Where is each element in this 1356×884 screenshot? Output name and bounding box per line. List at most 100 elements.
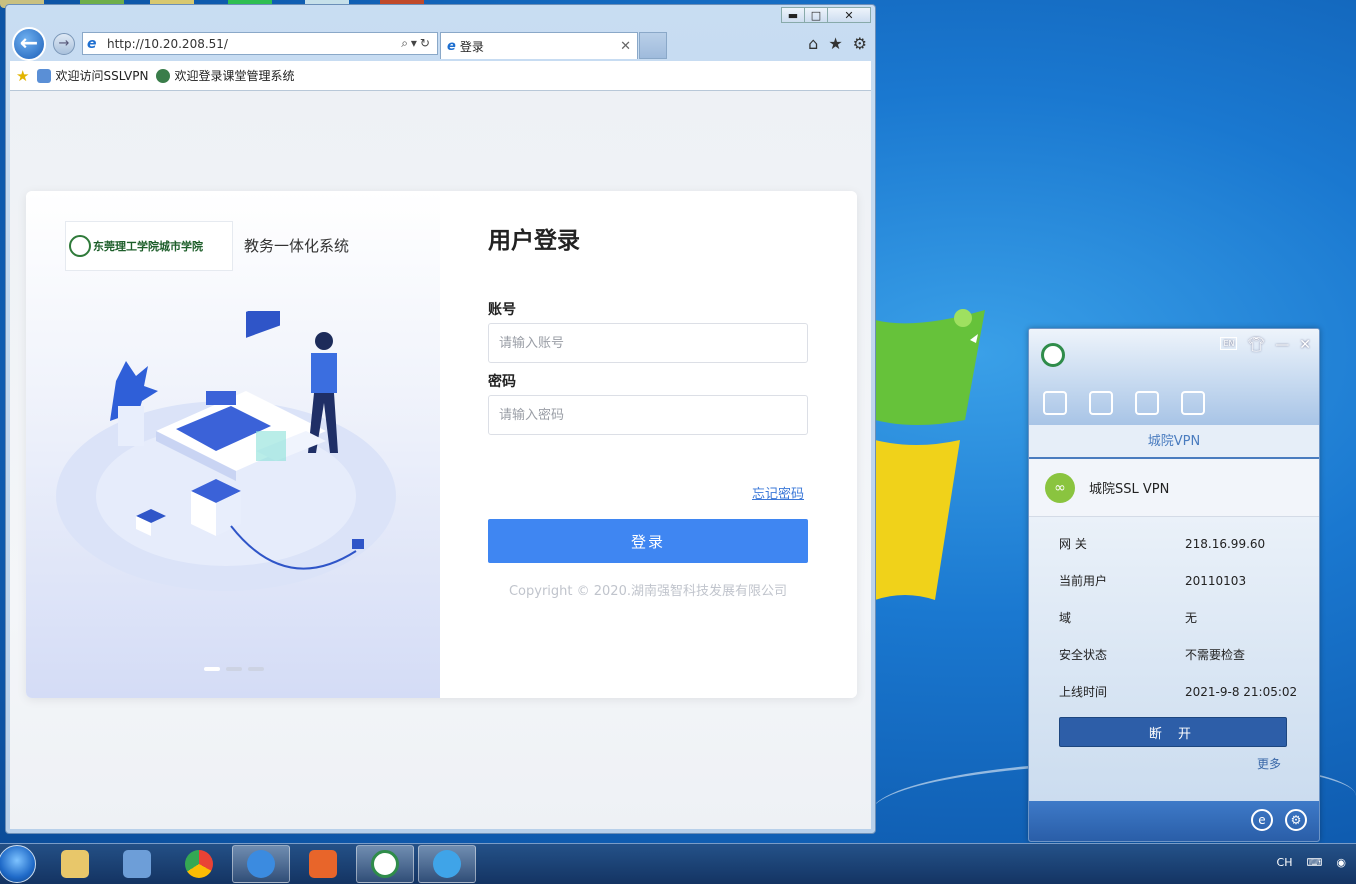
ie-page-icon (37, 68, 52, 83)
connection-name: 城院SSL VPN (1089, 482, 1170, 497)
favorites-bar: ★ 欢迎访问SSLVPN 欢迎登录课堂管理系统 (10, 61, 871, 91)
login-form: 用户登录 账号 密码 忘记密码 登录 Copyright © 2020.湖南强智… (440, 191, 857, 698)
ie-icon (247, 850, 275, 878)
new-tab-button[interactable] (639, 32, 667, 59)
info-key: 域 (1059, 611, 1072, 625)
log-tab-icon[interactable] (1181, 391, 1205, 415)
forgot-password-link[interactable]: 忘记密码 (752, 483, 804, 502)
more-link[interactable]: 更多 (1257, 755, 1281, 772)
tab-login[interactable]: e 登录 ✕ (440, 32, 638, 59)
taskbar-ie[interactable] (232, 845, 290, 883)
message-tab-icon[interactable] (1089, 391, 1113, 415)
info-row: 域 无 (1059, 599, 1319, 636)
favorite-label: 欢迎访问SSLVPN (55, 69, 149, 83)
favorite-link[interactable]: 欢迎登录课堂管理系统 (156, 67, 295, 84)
page-title: 用户登录 (488, 228, 580, 254)
browser-toolbar: ⌂ ★ ⚙ (808, 34, 867, 53)
app-icon (309, 850, 337, 878)
minimize-button[interactable]: ▬ (781, 7, 805, 23)
keyboard-icon[interactable]: ⌨ (1307, 856, 1323, 869)
tab-title: 登录 (459, 39, 484, 54)
favorite-link[interactable]: 欢迎访问SSLVPN (37, 67, 148, 84)
search-refresh-icons[interactable]: ⌕▾↻ (401, 36, 433, 51)
account-label: 账号 (488, 302, 516, 318)
taskbar-explorer[interactable] (46, 845, 104, 883)
school-seal-icon (69, 235, 91, 257)
connection-tab-icon[interactable] (1043, 391, 1067, 415)
vpn-tray-icon[interactable]: ◉ (1336, 856, 1346, 869)
system-tray: CH ⌨ ◉ (1277, 856, 1346, 869)
window-controls: ▬ □ ✕ (781, 7, 871, 23)
start-button[interactable] (0, 845, 36, 883)
close-button[interactable]: ✕ (827, 7, 871, 23)
page-content: 东莞理工学院城市学院 教务一体化系统 用户登录 账号 请输入账号 密码 忘记密码… (10, 91, 871, 829)
info-key: 当前用户 (1059, 574, 1108, 588)
close-icon[interactable]: ✕ (1299, 337, 1311, 353)
info-value: 无 (1185, 611, 1198, 625)
password-input[interactable] (488, 395, 808, 435)
copyright-text: Copyright © 2020.湖南强智科技发展有限公司 (508, 584, 787, 599)
vpn-connection: ∞ 城院SSL VPN (1029, 459, 1319, 517)
taskbar-computer[interactable] (108, 845, 166, 883)
system-name: 教务一体化系统 (244, 237, 350, 255)
favorite-label: 欢迎登录课堂管理系统 (174, 69, 295, 83)
office-illustration (56, 311, 396, 591)
address-bar[interactable]: e http://10.20.208.51/ ⌕▾↻ (82, 32, 438, 55)
disconnect-button[interactable]: 断 开 (1059, 717, 1287, 747)
carousel-dot[interactable] (204, 667, 220, 671)
info-row: 上线时间 2021-9-8 21:05:02 (1059, 673, 1319, 710)
minimize-icon[interactable]: — (1275, 337, 1289, 353)
back-button[interactable]: ← (12, 27, 46, 61)
school-logo: 东莞理工学院城市学院 (65, 221, 233, 271)
qq-icon (433, 850, 461, 878)
close-tab-icon[interactable]: ✕ (620, 39, 631, 54)
info-row: 网 关 218.16.99.60 (1059, 525, 1319, 562)
info-value: 218.16.99.60 (1185, 536, 1266, 551)
folder-icon (61, 850, 89, 878)
taskbar-qq[interactable] (418, 845, 476, 883)
browser-window: ▬ □ ✕ ← → e http://10.20.208.51/ ⌕▾↻ e 登… (5, 4, 876, 834)
gear-icon[interactable]: ⚙ (853, 34, 867, 53)
info-key: 安全状态 (1059, 648, 1108, 662)
carousel-dot[interactable] (226, 667, 242, 671)
vpn-profile-name[interactable]: 城院VPN (1029, 425, 1319, 459)
address-url[interactable]: http://10.20.208.51/ (107, 37, 401, 51)
school-seal-icon (371, 850, 399, 878)
gear-icon[interactable]: ⚙ (1285, 809, 1307, 831)
vpn-info-panel: 网 关 218.16.99.60 当前用户 20110103 域 无 安全状态 … (1029, 517, 1319, 803)
info-key: 上线时间 (1059, 685, 1108, 699)
carousel-dot[interactable] (248, 667, 264, 671)
link-icon: ∞ (1045, 472, 1075, 503)
forward-button[interactable]: → (53, 33, 75, 55)
language-toggle[interactable]: EN (1220, 337, 1238, 350)
info-value: 20110103 (1185, 573, 1247, 588)
chrome-icon (185, 850, 213, 878)
info-row: 当前用户 20110103 (1059, 562, 1319, 599)
shield-icon[interactable]: e (1251, 809, 1273, 831)
taskbar: CH ⌨ ◉ (0, 843, 1356, 884)
favorites-star-icon[interactable]: ★ (828, 34, 842, 53)
favorites-star-icon[interactable]: ★ (16, 67, 29, 85)
home-icon[interactable]: ⌂ (808, 34, 818, 53)
info-value: 2021-9-8 21:05:02 (1185, 684, 1298, 699)
ie-icon: e (87, 35, 97, 52)
resource-tab-icon[interactable] (1135, 391, 1159, 415)
ie-icon: e (447, 38, 456, 54)
windows-logo-graphic (875, 309, 985, 600)
password-label: 密码 (488, 374, 516, 390)
login-button[interactable]: 登录 (488, 519, 808, 563)
taskbar-vpn[interactable] (356, 845, 414, 883)
taskbar-app[interactable] (294, 845, 352, 883)
vpn-tabs (1043, 391, 1205, 415)
illustration-pane: 东莞理工学院城市学院 教务一体化系统 (26, 191, 440, 698)
maximize-button[interactable]: □ (804, 7, 828, 23)
skin-shirt-icon[interactable]: 👕︎ (1247, 337, 1265, 353)
account-input[interactable] (488, 323, 808, 363)
language-indicator[interactable]: CH (1277, 856, 1293, 869)
taskbar-browser[interactable] (170, 845, 228, 883)
computer-icon (123, 850, 151, 878)
vpn-footer: e ⚙ (1029, 801, 1319, 841)
school-name: 东莞理工学院城市学院 (93, 240, 203, 253)
vpn-client-window: EN 👕︎ — ✕ 城院VPN ∞ 城院SSL VPN 网 关 218.16.9… (1028, 328, 1320, 842)
info-row: 安全状态 不需要检查 (1059, 636, 1319, 673)
